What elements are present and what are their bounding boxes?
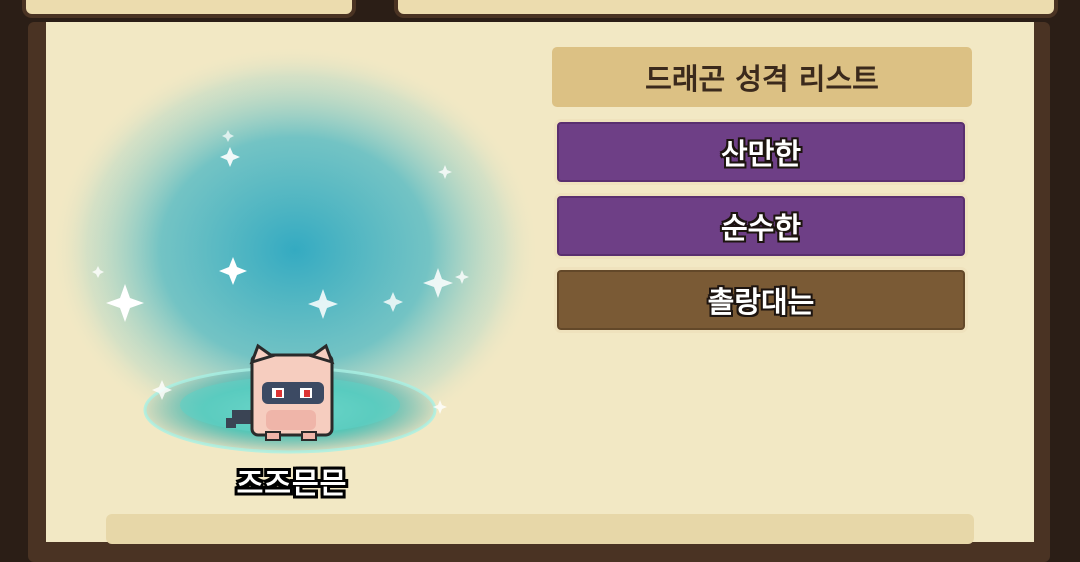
trait-item-1[interactable]: 산만한 bbox=[554, 119, 968, 185]
trait-list-title: 드래곤 성격 리스트 bbox=[552, 47, 972, 107]
dragon-name-label: 즈즈믄믄 bbox=[236, 466, 348, 500]
trait-item-3[interactable]: 촐랑대는 bbox=[554, 267, 968, 333]
trait-item-2[interactable]: 순수한 bbox=[554, 193, 968, 259]
bottom-info-bar bbox=[106, 514, 974, 544]
